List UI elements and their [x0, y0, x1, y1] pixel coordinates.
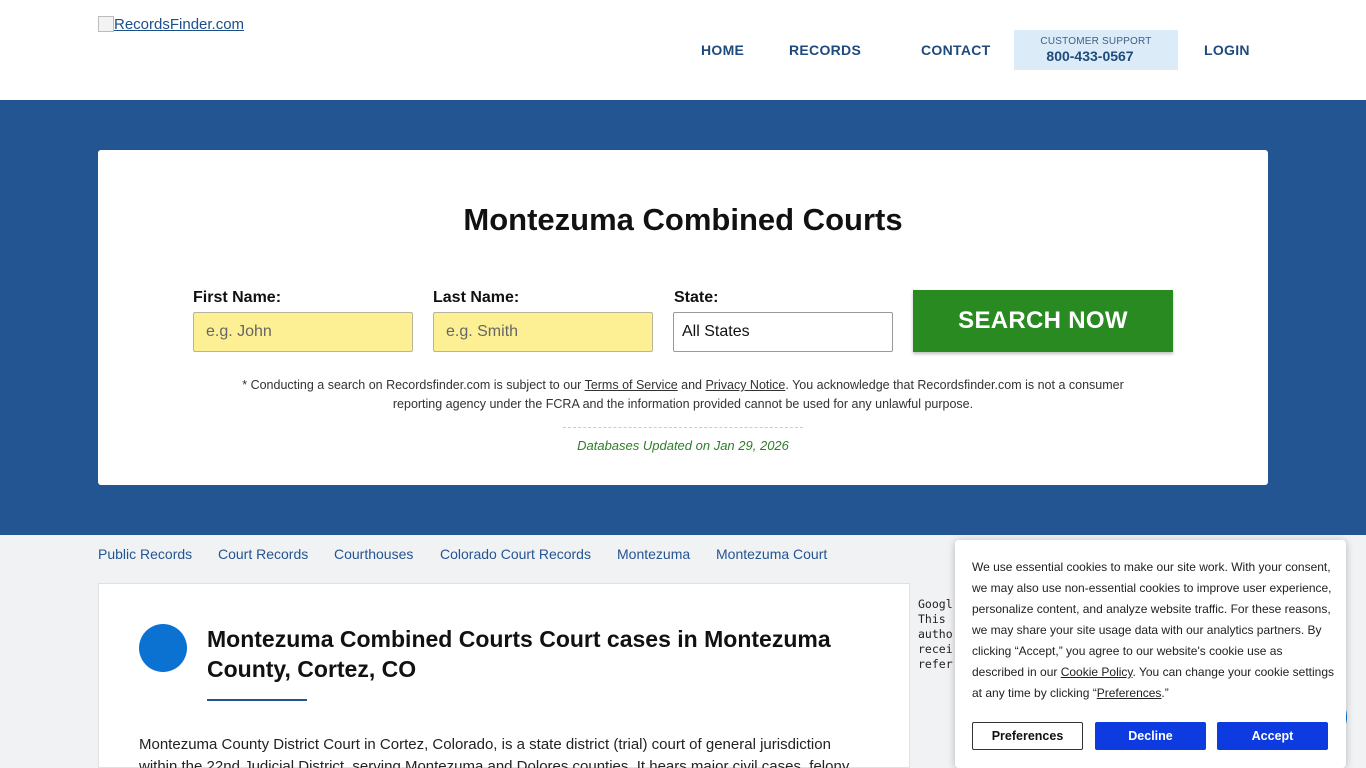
article-body: Montezuma County District Court in Corte…: [139, 736, 850, 768]
preferences-button[interactable]: Preferences: [972, 722, 1083, 750]
terms-of-service-link[interactable]: Terms of Service: [585, 378, 678, 392]
breadcrumb-public-records[interactable]: Public Records: [98, 546, 192, 562]
preferences-link[interactable]: Preferences: [1097, 686, 1162, 700]
first-name-label: First Name:: [193, 289, 282, 306]
cookie-consent-banner: We use essential cookies to make our sit…: [955, 540, 1346, 768]
last-name-label: Last Name:: [433, 289, 520, 306]
article-card: Montezuma Combined Courts Court cases in…: [98, 583, 910, 768]
nav-login[interactable]: LOGIN: [1204, 42, 1250, 58]
disclaimer-and: and: [677, 378, 706, 392]
support-label: CUSTOMER SUPPORT: [1040, 36, 1152, 47]
nav-records[interactable]: RECORDS: [789, 42, 861, 58]
breadcrumb-colorado-court-records[interactable]: Colorado Court Records: [440, 546, 591, 562]
title-underline: [207, 699, 307, 701]
state-label: State:: [674, 289, 719, 306]
page-title: Montezuma Combined Courts: [463, 202, 903, 237]
disclaimer-text: * Conducting a search on Recordsfinder.c…: [242, 378, 585, 392]
site-header: RecordsFinder.com HOME RECORDS CONTACT C…: [0, 0, 1366, 100]
breadcrumb-court-records[interactable]: Court Records: [218, 546, 308, 562]
search-disclaimer: * Conducting a search on Recordsfinder.c…: [228, 376, 1138, 413]
hero-section: Montezuma Combined Courts First Name: e.…: [0, 100, 1366, 535]
accept-button[interactable]: Accept: [1217, 722, 1328, 750]
breadcrumb-courthouses[interactable]: Courthouses: [334, 546, 413, 562]
last-name-input[interactable]: e.g. Smith: [433, 312, 653, 352]
nav-contact[interactable]: CONTACT: [921, 42, 991, 58]
cookie-policy-link[interactable]: Cookie Policy: [1061, 665, 1133, 679]
databases-updated: Databases Updated on Jan 29, 2026: [577, 438, 789, 453]
article-title: Montezuma Combined Courts Court cases in…: [207, 626, 831, 682]
customer-support-box[interactable]: CUSTOMER SUPPORT 800-433-0567: [1014, 30, 1178, 70]
cookie-text: We use essential cookies to make our sit…: [972, 560, 1332, 679]
main-nav: HOME RECORDS CONTACT CUSTOMER SUPPORT 80…: [0, 0, 1366, 100]
decline-button[interactable]: Decline: [1095, 722, 1206, 750]
state-select[interactable]: All States: [673, 312, 893, 352]
cookie-message: We use essential cookies to make our sit…: [972, 557, 1334, 704]
breadcrumb-montezuma[interactable]: Montezuma: [617, 546, 690, 562]
first-name-input[interactable]: e.g. John: [193, 312, 413, 352]
search-now-button[interactable]: SEARCH NOW: [913, 290, 1173, 352]
support-phone[interactable]: 800-433-0567: [1002, 48, 1178, 64]
breadcrumb-montezuma-court[interactable]: Montezuma Court: [716, 546, 827, 562]
search-card: Montezuma Combined Courts First Name: e.…: [98, 150, 1268, 485]
dashed-divider: [563, 427, 803, 428]
court-icon: [139, 624, 187, 672]
nav-home[interactable]: HOME: [701, 42, 744, 58]
cookie-text-end: .”: [1161, 686, 1169, 700]
privacy-notice-link[interactable]: Privacy Notice: [705, 378, 785, 392]
